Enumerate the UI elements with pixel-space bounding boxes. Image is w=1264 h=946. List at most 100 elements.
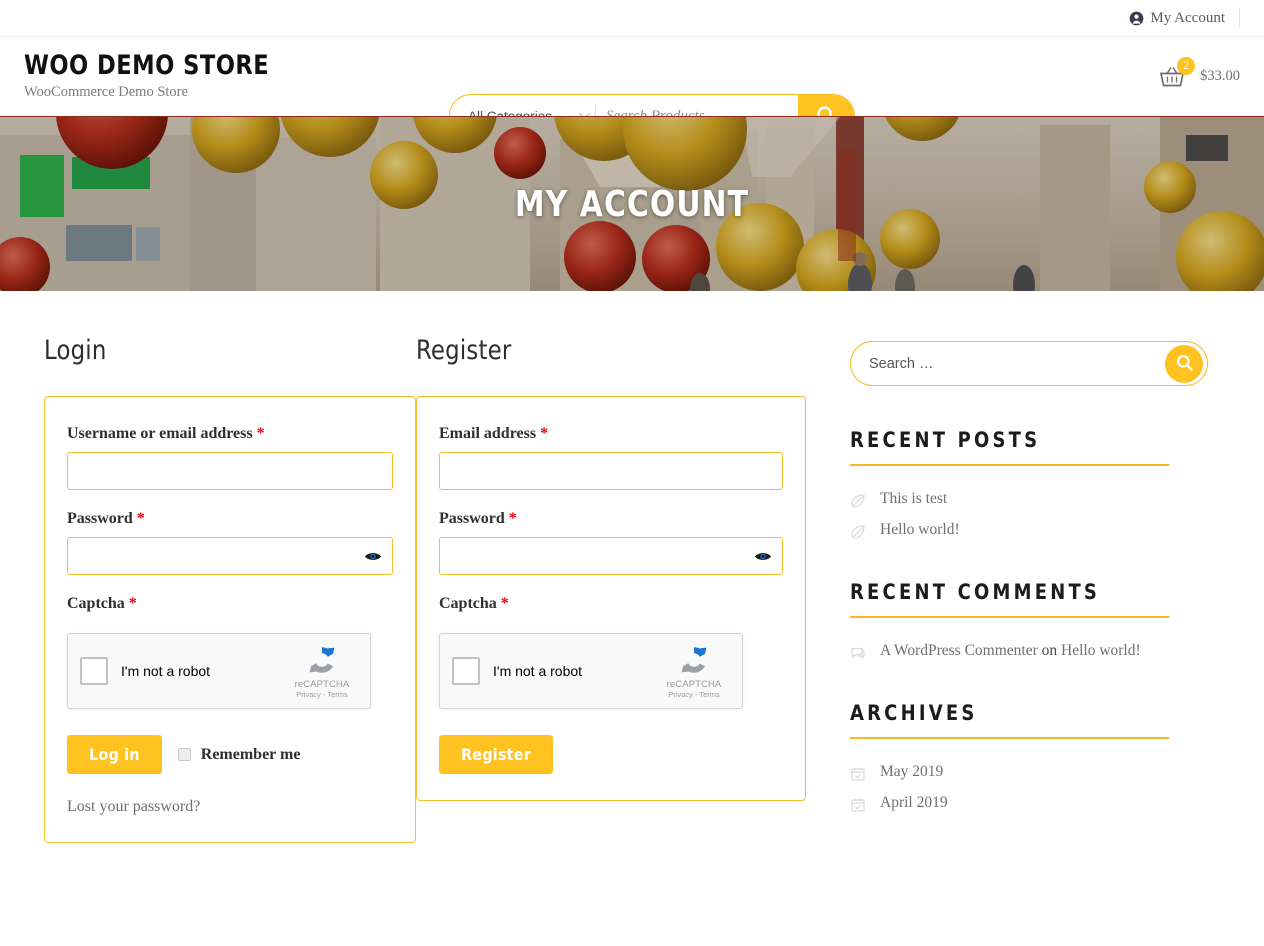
- login-username-label: Username or email address *: [67, 425, 393, 443]
- archive-link[interactable]: April 2019: [880, 794, 948, 812]
- recent-comments-list: A WordPress Commenter on Hello world!: [850, 636, 1186, 667]
- widget-title: RECENT COMMENTS: [850, 580, 1170, 618]
- show-password-eye-icon[interactable]: [363, 549, 383, 563]
- widget-archives: ARCHIVES May 2019 April 2019: [850, 701, 1186, 819]
- sidebar: RECENT POSTS This is test: [806, 335, 1208, 853]
- list-item: This is test: [850, 484, 1186, 515]
- leaf-icon: [850, 493, 866, 509]
- remember-me-label: Remember me: [200, 745, 301, 763]
- comment-icon: [850, 645, 866, 661]
- calendar-icon: [850, 797, 866, 813]
- login-captcha-field: Captcha *: [67, 595, 393, 613]
- comment-on-text: on: [1041, 642, 1058, 659]
- register-password-wrap: [439, 537, 783, 575]
- recaptcha-terms-text: Privacy - Terms: [296, 690, 348, 699]
- recent-post-link[interactable]: Hello world!: [880, 521, 960, 539]
- main-content: Login Username or email address * Passwo…: [0, 291, 1264, 853]
- register-password-field: Password *: [439, 510, 783, 575]
- recent-post-link[interactable]: This is test: [880, 490, 947, 508]
- register-actions: Register: [439, 735, 783, 774]
- magnifier-icon: [1175, 353, 1194, 375]
- register-heading: Register: [416, 335, 512, 366]
- register-email-label: Email address *: [439, 425, 783, 443]
- comment-entry: A WordPress Commenter on Hello world!: [880, 642, 1141, 660]
- required-asterisk: *: [256, 425, 265, 442]
- top-bar: My Account: [0, 0, 1264, 37]
- my-account-label: My Account: [1150, 9, 1225, 26]
- register-submit-button[interactable]: Register: [439, 735, 554, 774]
- login-password-wrap: [67, 537, 393, 575]
- required-asterisk: *: [540, 425, 549, 442]
- leaf-icon: [850, 524, 866, 540]
- login-password-field: Password *: [67, 510, 393, 575]
- register-email-label-text: Email address: [439, 425, 537, 442]
- remember-me-control[interactable]: Remember me: [177, 745, 301, 764]
- login-recaptcha-widget[interactable]: I'm not a robot reCAPTCHA Privacy - Term…: [67, 633, 371, 709]
- login-password-label: Password *: [67, 510, 393, 528]
- calendar-icon: [850, 766, 866, 782]
- list-item: A WordPress Commenter on Hello world!: [850, 636, 1186, 667]
- recaptcha-branding: reCAPTCHA Privacy - Terms: [286, 643, 358, 699]
- widget-title: RECENT POSTS: [850, 428, 1170, 466]
- sidebar-search-form: [850, 341, 1208, 386]
- comment-post-link[interactable]: Hello world!: [1061, 642, 1141, 659]
- login-password-label-text: Password: [67, 510, 133, 527]
- login-actions: Log in Remember me: [67, 735, 393, 774]
- register-email-field: Email address *: [439, 425, 783, 490]
- recaptcha-brand-text: reCAPTCHA: [666, 679, 722, 690]
- register-password-label: Password *: [439, 510, 783, 528]
- login-form: Username or email address * Password * C…: [44, 396, 416, 843]
- required-asterisk: *: [128, 595, 137, 612]
- register-form: Email address * Password * Captcha * I'm…: [416, 396, 806, 801]
- recaptcha-logo-icon: [309, 647, 335, 673]
- site-header: WOO DEMO STORE WooCommerce Demo Store Al…: [0, 37, 1264, 138]
- register-captcha-field: Captcha *: [439, 595, 783, 613]
- recaptcha-checkbox[interactable]: [80, 657, 108, 685]
- site-branding[interactable]: WOO DEMO STORE WooCommerce Demo Store: [24, 51, 444, 100]
- recent-posts-list: This is test Hello world!: [850, 484, 1186, 546]
- login-password-input[interactable]: [67, 537, 393, 575]
- my-account-link[interactable]: My Account: [1129, 8, 1240, 28]
- sidebar-search-button[interactable]: [1165, 344, 1203, 383]
- widget-recent-posts: RECENT POSTS This is test Hello world!: [850, 428, 1186, 546]
- site-tagline: WooCommerce Demo Store: [24, 83, 188, 100]
- archive-link[interactable]: May 2019: [880, 763, 943, 781]
- login-heading: Login: [44, 335, 107, 366]
- login-username-input[interactable]: [67, 452, 393, 490]
- login-submit-button[interactable]: Log in: [67, 735, 162, 774]
- cart-widget[interactable]: 2 $33.00: [1159, 37, 1240, 116]
- page-hero: MY ACCOUNT: [0, 116, 1264, 291]
- register-captcha-label-text: Captcha: [439, 595, 497, 612]
- login-captcha-label: Captcha *: [67, 595, 393, 613]
- comment-author-link[interactable]: A WordPress Commenter: [880, 642, 1038, 659]
- register-email-input[interactable]: [439, 452, 783, 490]
- user-circle-icon: [1129, 11, 1144, 26]
- list-item: April 2019: [850, 788, 1186, 819]
- archives-list: May 2019 April 2019: [850, 757, 1186, 819]
- recaptcha-checkbox-label: I'm not a robot: [121, 663, 211, 679]
- widget-recent-comments: RECENT COMMENTS A WordPress Commenter on…: [850, 580, 1186, 667]
- lost-password-link[interactable]: Lost your password?: [67, 798, 393, 816]
- register-captcha-label: Captcha *: [439, 595, 783, 613]
- register-password-input[interactable]: [439, 537, 783, 575]
- required-asterisk: *: [508, 510, 517, 527]
- recaptcha-logo-icon: [681, 647, 707, 673]
- remember-me-checkbox[interactable]: [177, 748, 191, 761]
- login-captcha-label-text: Captcha: [67, 595, 125, 612]
- sidebar-search-input[interactable]: [869, 355, 1165, 372]
- login-column: Login Username or email address * Passwo…: [24, 335, 416, 853]
- register-column: Register Email address * Password * Capt…: [416, 335, 806, 853]
- list-item: Hello world!: [850, 515, 1186, 546]
- cart-count-badge: 2: [1177, 56, 1196, 75]
- login-username-field: Username or email address *: [67, 425, 393, 490]
- widget-title: ARCHIVES: [850, 701, 1170, 739]
- recaptcha-checkbox-label: I'm not a robot: [493, 663, 583, 679]
- recaptcha-checkbox[interactable]: [452, 657, 480, 685]
- show-password-eye-icon[interactable]: [753, 549, 773, 563]
- login-username-label-text: Username or email address: [67, 425, 253, 442]
- page-title: MY ACCOUNT: [514, 183, 750, 225]
- recaptcha-branding: reCAPTCHA Privacy - Terms: [658, 643, 730, 699]
- register-password-label-text: Password: [439, 510, 505, 527]
- register-recaptcha-widget[interactable]: I'm not a robot reCAPTCHA Privacy - Term…: [439, 633, 743, 709]
- list-item: May 2019: [850, 757, 1186, 788]
